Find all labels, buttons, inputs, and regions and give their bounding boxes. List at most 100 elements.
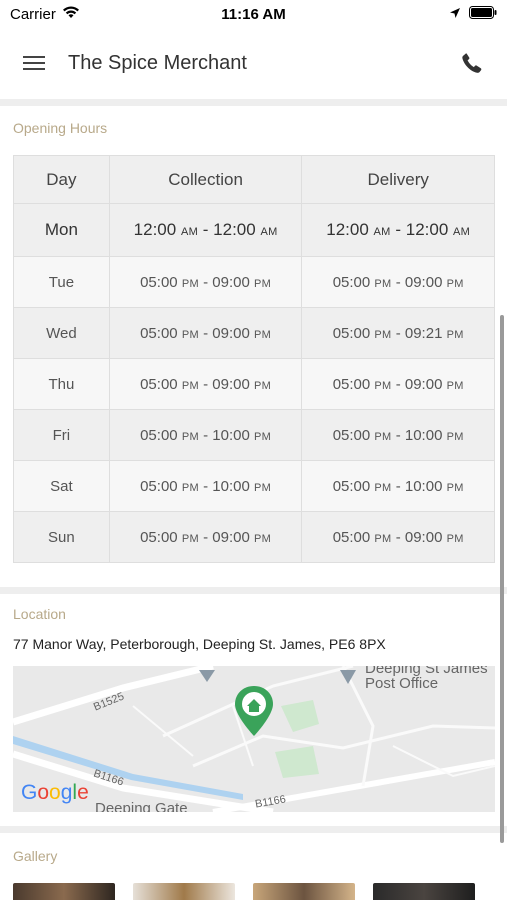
from-ampm: PM (181, 481, 199, 494)
gallery-image[interactable] (133, 883, 235, 900)
to-ampm: PM (446, 379, 464, 392)
gallery-heading: Gallery (13, 848, 58, 864)
collection-hours-cell: 05:00 PM - 10:00 PM (108, 409, 303, 461)
from-time: 05:00 (140, 273, 178, 291)
opening-hours-table: Day Collection Delivery Mon 12:00 AM - 12… (13, 155, 495, 563)
collection-hours-cell: 05:00 PM - 09:00 PM (108, 256, 303, 308)
delivery-hours-cell: 05:00 PM - 09:00 PM (301, 358, 495, 410)
gallery-image[interactable] (373, 883, 475, 900)
from-time: 12:00 (133, 220, 177, 239)
from-time: 05:00 (332, 375, 371, 393)
to-time: 09:00 (212, 528, 250, 546)
to-ampm: PM (253, 481, 272, 494)
from-ampm: PM (181, 379, 199, 392)
to-ampm: PM (253, 532, 272, 545)
from-ampm: PM (181, 430, 199, 443)
gallery-image[interactable] (253, 883, 355, 900)
to-time: 09:00 (212, 273, 250, 291)
to-ampm: PM (253, 277, 272, 290)
day-cell: Wed (13, 307, 110, 359)
to-ampm: PM (253, 328, 272, 341)
page-title: The Spice Merchant (68, 51, 247, 74)
to-time: 10:00 (404, 426, 443, 444)
to-time: 09:00 (404, 375, 443, 393)
from-time: 05:00 (140, 477, 178, 495)
from-ampm: AM (373, 226, 391, 238)
table-row: Tue 05:00 PM - 09:00 PM 05:00 PM - 09:00 P… (13, 256, 495, 308)
to-time: 09:00 (212, 375, 250, 393)
from-ampm: PM (374, 430, 392, 443)
day-label: Tue (48, 273, 75, 291)
to-time: 10:00 (212, 426, 250, 444)
from-ampm: PM (374, 379, 392, 392)
day-cell: Sat (13, 460, 110, 512)
from-ampm: PM (374, 277, 392, 290)
table-row: Sun 05:00 PM - 09:00 PM 05:00 PM - 09:00 P… (13, 511, 495, 563)
collection-hours-cell: 05:00 PM - 10:00 PM (108, 460, 303, 512)
from-time: 05:00 (140, 375, 178, 393)
wifi-icon (62, 5, 80, 23)
to-time: 12:00 (405, 220, 449, 239)
to-ampm: PM (253, 430, 272, 443)
from-time: 05:00 (332, 324, 371, 342)
to-ampm: PM (446, 277, 464, 290)
day-cell: Tue (13, 256, 110, 308)
to-time: 09:21 (404, 324, 443, 342)
address-text: 77 Manor Way, Peterborough, Deeping St. … (13, 636, 386, 652)
from-ampm: PM (181, 328, 199, 341)
to-time: 09:00 (212, 324, 250, 342)
gallery-row (13, 883, 475, 900)
day-label: Sat (50, 477, 73, 495)
from-time: 05:00 (332, 273, 371, 291)
header-delivery: Delivery (301, 155, 495, 204)
to-ampm: AM (260, 226, 278, 238)
status-right (449, 5, 497, 23)
to-ampm: PM (446, 481, 464, 494)
from-ampm: PM (374, 328, 392, 341)
nav-bar: The Spice Merchant (0, 28, 507, 98)
place-label-deeping-gate: Deeping Gate (95, 800, 188, 812)
status-bar: Carrier 11:16 AM (0, 0, 507, 28)
to-time: 09:00 (404, 528, 443, 546)
table-row: Thu 05:00 PM - 09:00 PM 05:00 PM - 09:00 P… (13, 358, 495, 410)
location-arrow-icon (449, 6, 461, 23)
delivery-hours-cell: 05:00 PM - 09:21 PM (301, 307, 495, 359)
header-day: Day (13, 155, 110, 204)
battery-icon (469, 5, 497, 23)
from-ampm: PM (181, 532, 199, 545)
day-label: Wed (46, 324, 77, 342)
from-time: 05:00 (140, 528, 178, 546)
table-row: Wed 05:00 PM - 09:00 PM 05:00 PM - 09:21 P… (13, 307, 495, 359)
location-heading: Location (13, 606, 66, 622)
location-map[interactable]: Google B1525 B1166 B1166 Deeping St Jame… (13, 666, 495, 812)
day-label: Thu (48, 375, 75, 393)
day-cell: Fri (13, 409, 110, 461)
delivery-hours-cell: 05:00 PM - 10:00 PM (301, 409, 495, 461)
collection-hours-cell: 05:00 PM - 09:00 PM (108, 358, 303, 410)
from-time: 05:00 (332, 528, 371, 546)
scrollbar[interactable] (500, 315, 504, 843)
google-logo: Google (21, 781, 89, 804)
hamburger-menu-icon[interactable] (22, 51, 46, 75)
collection-hours-cell: 12:00 AM - 12:00 AM (108, 203, 303, 257)
day-cell: Sun (13, 511, 110, 563)
delivery-hours-cell: 05:00 PM - 09:00 PM (301, 511, 495, 563)
table-row: Sat 05:00 PM - 10:00 PM 05:00 PM - 10:00 P… (13, 460, 495, 512)
from-ampm: AM (180, 226, 199, 238)
day-cell: Thu (13, 358, 110, 410)
from-ampm: PM (374, 481, 392, 494)
to-time: 09:00 (404, 273, 443, 291)
collection-hours-cell: 05:00 PM - 09:00 PM (108, 511, 303, 563)
to-ampm: PM (446, 430, 464, 443)
place-label-post-office: Post Office (365, 675, 439, 692)
phone-icon[interactable] (459, 50, 485, 76)
to-ampm: PM (446, 532, 464, 545)
day-label: Mon (44, 220, 78, 239)
day-label: Sun (48, 528, 75, 546)
status-left: Carrier (10, 5, 80, 23)
to-time: 10:00 (212, 477, 250, 495)
from-ampm: PM (374, 532, 392, 545)
section-divider (0, 99, 507, 106)
table-header-row: Day Collection Delivery (13, 155, 495, 204)
gallery-image[interactable] (13, 883, 115, 900)
